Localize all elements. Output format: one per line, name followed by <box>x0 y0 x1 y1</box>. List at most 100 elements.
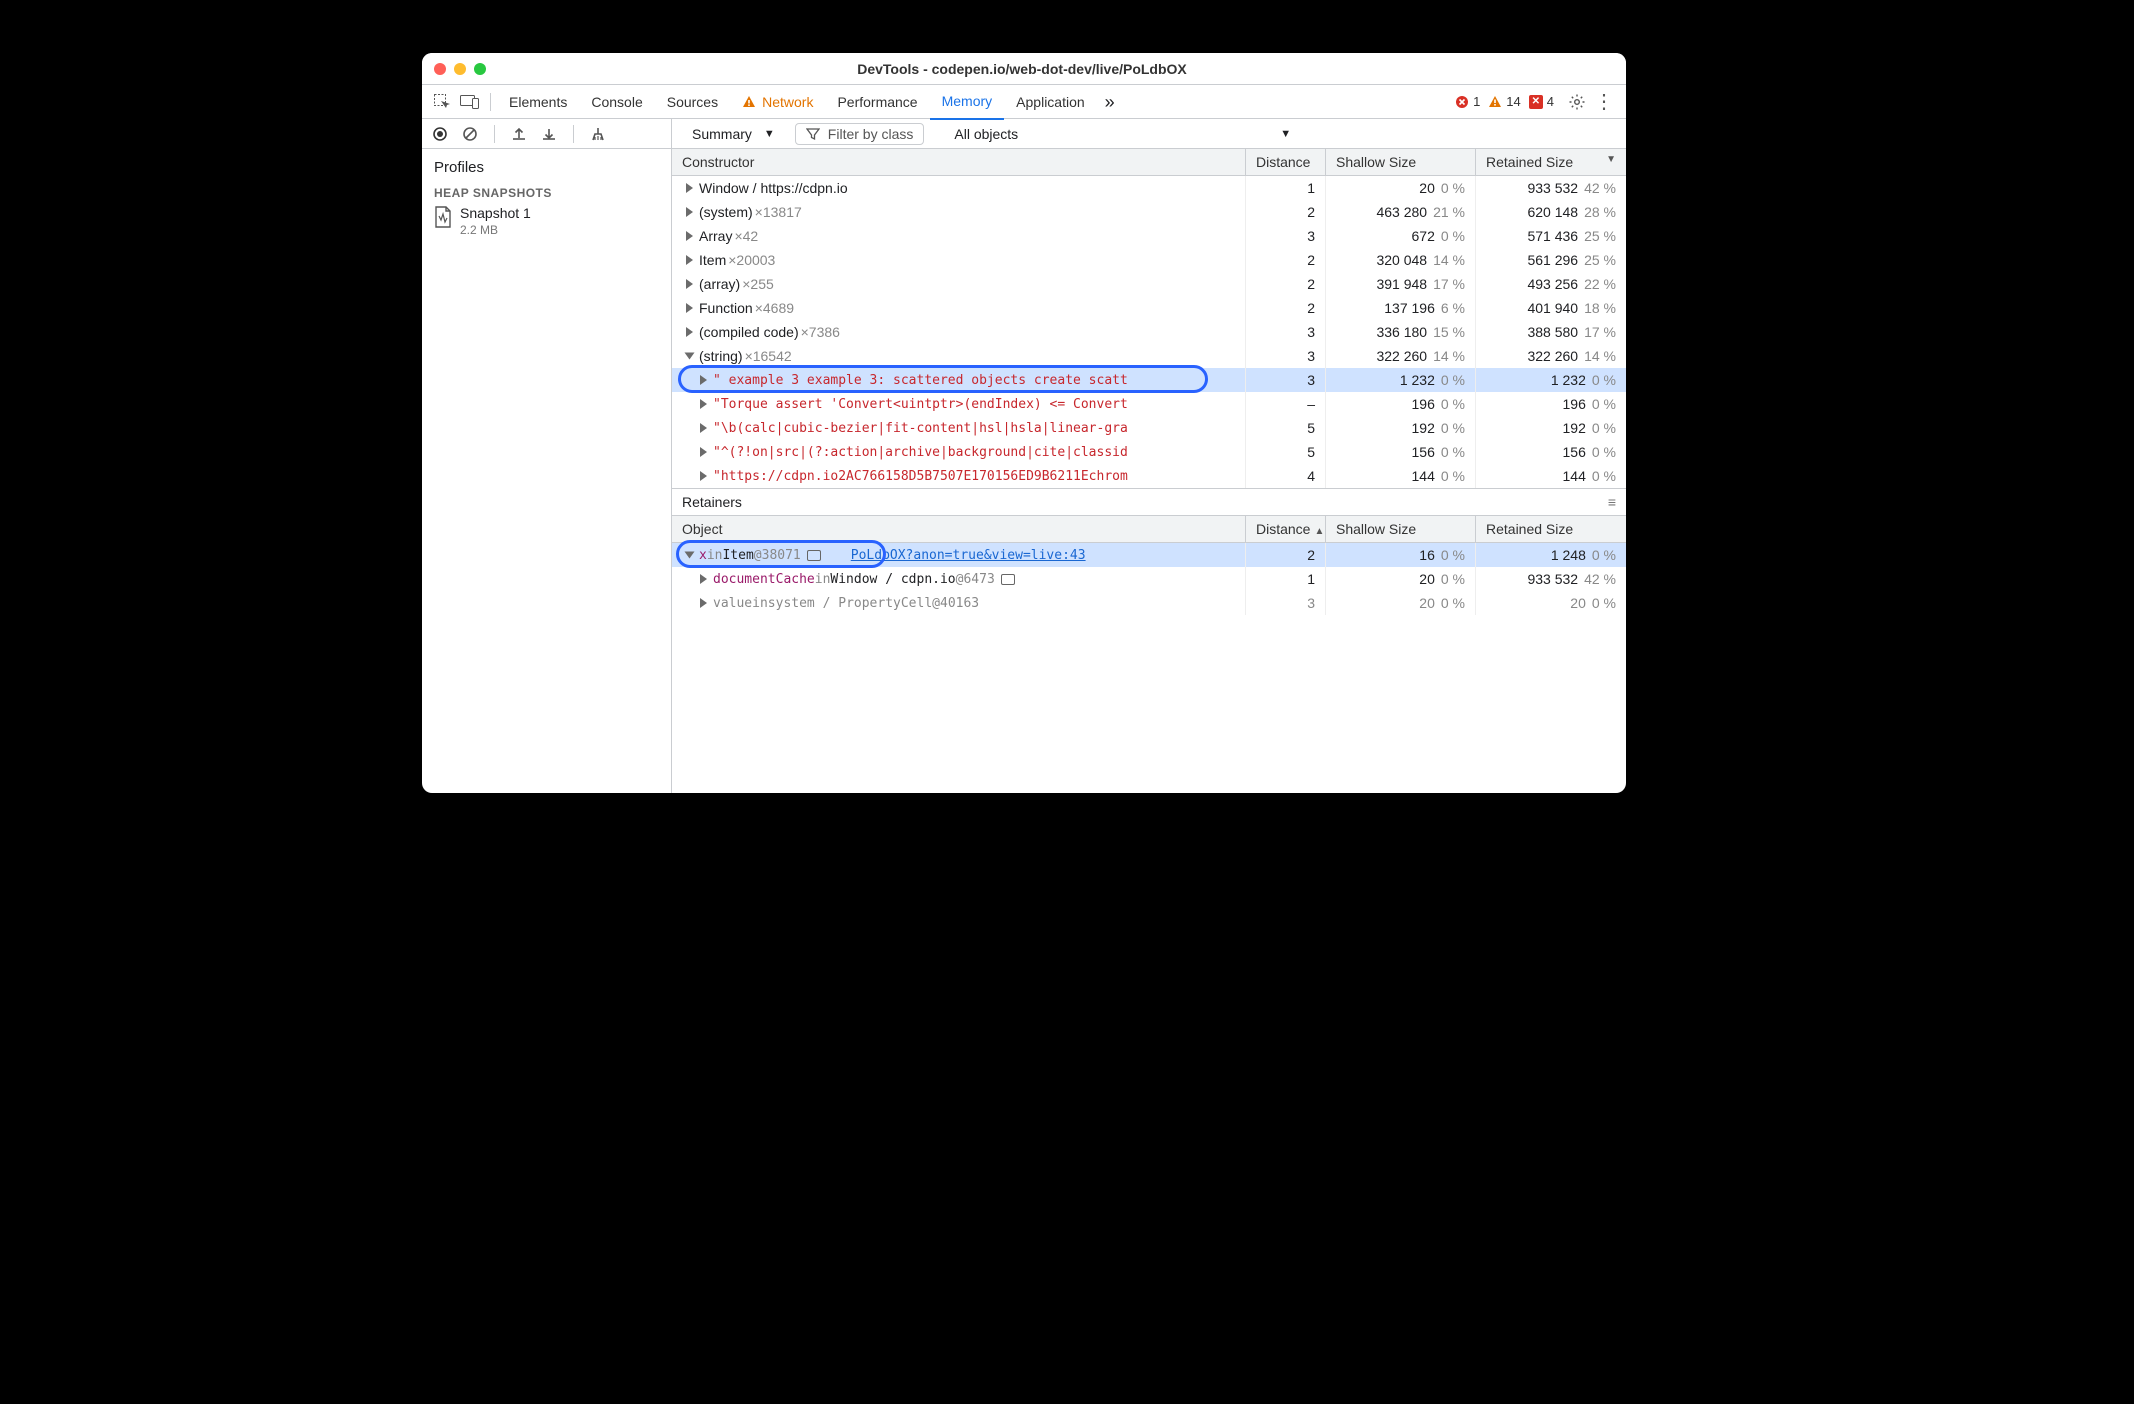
tab-performance[interactable]: Performance <box>825 85 929 119</box>
kebab-menu-icon[interactable]: ⋮ <box>1594 89 1614 114</box>
heap-snapshots-heading: HEAP SNAPSHOTS <box>434 186 659 200</box>
traffic-lights <box>434 63 486 75</box>
zoom-icon[interactable] <box>474 63 486 75</box>
tab-console[interactable]: Console <box>579 85 654 119</box>
disclosure-closed-icon[interactable] <box>686 303 693 313</box>
col-retained-size[interactable]: Retained Size <box>1476 516 1626 542</box>
settings-icon[interactable] <box>1568 93 1586 111</box>
retainer-object: system / PropertyCell <box>768 596 932 611</box>
table-row[interactable]: "https://cdpn.io2AC766158D5B7507E170156E… <box>672 464 1626 488</box>
col-distance[interactable]: Distance <box>1246 516 1326 542</box>
disclosure-closed-icon[interactable] <box>700 574 707 584</box>
shallow-size-value: 322 260 <box>1376 348 1427 364</box>
col-constructor[interactable]: Constructor <box>672 149 1246 175</box>
retained-size-pct: 42 % <box>1584 571 1616 587</box>
table-row[interactable]: Item ×200032320 04814 %561 29625 % <box>672 248 1626 272</box>
table-row[interactable]: (array) ×2552391 94817 %493 25622 % <box>672 272 1626 296</box>
constructor-name: (system) <box>699 204 753 220</box>
table-row[interactable]: Function ×46892137 1966 %401 94018 % <box>672 296 1626 320</box>
disclosure-closed-icon[interactable] <box>686 255 693 265</box>
col-shallow-size[interactable]: Shallow Size <box>1326 516 1476 542</box>
retainer-row[interactable]: x in Item @38071PoLdbOX?anon=true&view=l… <box>672 543 1626 567</box>
disclosure-closed-icon[interactable] <box>686 231 693 241</box>
tab-network[interactable]: Network <box>730 85 825 119</box>
more-tabs-icon[interactable]: » <box>1097 85 1123 119</box>
tab-memory[interactable]: Memory <box>930 84 1005 120</box>
retained-size-pct: 0 % <box>1592 595 1616 611</box>
string-literal: "\b(calc|cubic-bezier|fit-content|hsl|hs… <box>713 421 1128 436</box>
col-shallow-size[interactable]: Shallow Size <box>1326 149 1476 175</box>
save-icon[interactable] <box>541 126 557 142</box>
object-id: @38071 <box>754 548 801 563</box>
distance-cell: 3 <box>1246 368 1326 392</box>
record-icon[interactable] <box>432 126 448 142</box>
table-row[interactable]: "Torque assert 'Convert<uintptr>(endInde… <box>672 392 1626 416</box>
retained-size-value: 493 256 <box>1527 276 1578 292</box>
table-row[interactable]: Window / https://cdpn.io1200 %933 53242 … <box>672 176 1626 200</box>
filter-icon <box>806 127 820 141</box>
retainer-row[interactable]: documentCache in Window / cdpn.io @64731… <box>672 567 1626 591</box>
warning-count[interactable]: 14 <box>1488 94 1520 109</box>
in-keyword: in <box>707 548 723 563</box>
retainers-menu-icon[interactable]: ≡ <box>1608 494 1616 510</box>
disclosure-open-icon[interactable] <box>685 353 695 360</box>
device-toolbar-icon[interactable] <box>456 94 484 110</box>
shallow-size-value: 156 <box>1412 444 1435 460</box>
property-name: documentCache <box>713 572 815 587</box>
table-row[interactable]: (system) ×138172463 28021 %620 14828 % <box>672 200 1626 224</box>
tab-application[interactable]: Application <box>1004 85 1097 119</box>
shallow-size-pct: 0 % <box>1441 595 1465 611</box>
col-distance[interactable]: Distance <box>1246 149 1326 175</box>
disclosure-closed-icon[interactable] <box>700 375 707 385</box>
col-retained-size[interactable]: Retained Size <box>1476 149 1626 175</box>
table-row[interactable]: "\b(calc|cubic-bezier|fit-content|hsl|hs… <box>672 416 1626 440</box>
disclosure-closed-icon[interactable] <box>700 598 707 608</box>
disclosure-closed-icon[interactable] <box>686 327 693 337</box>
class-filter[interactable]: Filter by class <box>795 123 925 145</box>
retained-size-value: 1 248 <box>1551 547 1586 563</box>
tab-elements[interactable]: Elements <box>497 85 579 119</box>
disclosure-closed-icon[interactable] <box>700 471 707 481</box>
load-icon[interactable] <box>511 126 527 142</box>
property-name: x <box>699 548 707 563</box>
constructor-name: Array <box>699 228 732 244</box>
distance-cell: 3 <box>1246 224 1326 248</box>
disclosure-closed-icon[interactable] <box>686 183 693 193</box>
view-dropdown[interactable]: Summary ▼ <box>682 124 785 144</box>
disclosure-closed-icon[interactable] <box>686 279 693 289</box>
scope-dropdown[interactable]: All objects ▼ <box>944 124 1301 144</box>
snapshot-name: Snapshot 1 <box>460 206 531 221</box>
retained-size-pct: 0 % <box>1592 444 1616 460</box>
col-object[interactable]: Object <box>672 516 1246 542</box>
disclosure-closed-icon[interactable] <box>700 423 707 433</box>
close-icon[interactable] <box>434 63 446 75</box>
minimize-icon[interactable] <box>454 63 466 75</box>
tab-sources[interactable]: Sources <box>655 85 730 119</box>
disclosure-open-icon[interactable] <box>685 552 695 559</box>
error-count[interactable]: 1 <box>1455 94 1480 109</box>
disclosure-closed-icon[interactable] <box>686 207 693 217</box>
table-row[interactable]: Array ×4236720 %571 43625 % <box>672 224 1626 248</box>
shallow-size-value: 192 <box>1412 420 1435 436</box>
disclosure-closed-icon[interactable] <box>700 399 707 409</box>
table-row[interactable]: " example 3 example 3: scattered objects… <box>672 368 1626 392</box>
warning-icon <box>742 95 756 109</box>
retained-size-pct: 25 % <box>1584 228 1616 244</box>
chevron-down-icon: ▼ <box>764 128 775 140</box>
issue-count[interactable]: ✕ 4 <box>1529 94 1554 109</box>
retained-size-value: 620 148 <box>1527 204 1578 220</box>
clear-icon[interactable] <box>462 126 478 142</box>
snapshot-item[interactable]: Snapshot 1 2.2 MB <box>434 200 659 243</box>
inspect-element-icon[interactable] <box>428 93 456 111</box>
constructor-name: Item <box>699 252 726 268</box>
table-row[interactable]: (string) ×165423322 26014 %322 26014 % <box>672 344 1626 368</box>
broom-icon[interactable] <box>590 126 606 142</box>
table-row[interactable]: (compiled code) ×73863336 18015 %388 580… <box>672 320 1626 344</box>
table-row[interactable]: "^(?!on|src|(?:action|archive|background… <box>672 440 1626 464</box>
source-link[interactable]: PoLdbOX?anon=true&view=live:43 <box>851 548 1086 563</box>
retained-size-value: 322 260 <box>1527 348 1578 364</box>
distance-cell: 3 <box>1246 344 1326 368</box>
retainer-row[interactable]: value in system / PropertyCell @40163320… <box>672 591 1626 615</box>
disclosure-closed-icon[interactable] <box>700 447 707 457</box>
shallow-size-value: 16 <box>1419 547 1435 563</box>
